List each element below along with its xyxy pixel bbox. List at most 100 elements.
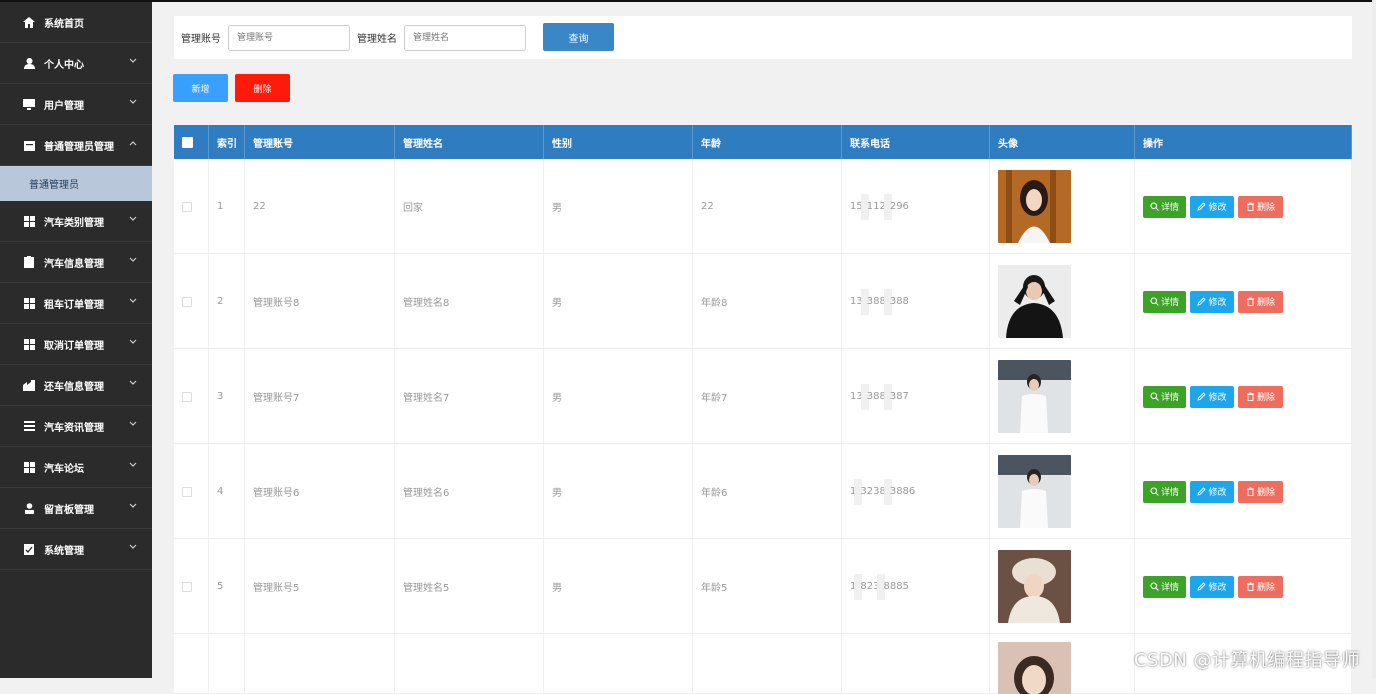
building-icon	[22, 379, 36, 391]
chevron-down-icon	[129, 421, 137, 426]
add-button[interactable]: 新增	[173, 74, 228, 102]
row-checkbox[interactable]	[182, 296, 192, 307]
trash-icon	[1246, 202, 1254, 211]
sidebar-item-label: 汽车信息管理	[44, 258, 104, 270]
person-icon	[22, 502, 36, 514]
query-button[interactable]: 查询	[543, 23, 614, 51]
sidebar-item-home[interactable]: 系统首页	[0, 2, 152, 43]
batch-delete-button[interactable]: 删除	[235, 74, 290, 102]
sidebar-item-car-news[interactable]: 汽车资讯管理	[0, 406, 152, 447]
name-search-input[interactable]	[404, 24, 526, 51]
detail-label: 详情	[1160, 488, 1179, 498]
cell-index: 3	[209, 349, 245, 444]
phone-part: 8885	[883, 581, 909, 592]
sidebar-item-admins[interactable]: 普通管理员管理	[0, 125, 152, 166]
cell-name: 管理姓名5	[395, 539, 544, 634]
delete-button[interactable]: 删除	[1238, 385, 1283, 408]
monitor-icon	[22, 98, 36, 110]
sidebar-item-return-info[interactable]: 还车信息管理	[0, 365, 152, 406]
delete-label: 删除	[1256, 203, 1275, 213]
chevron-down-icon	[129, 503, 137, 508]
trash-icon	[1246, 582, 1254, 591]
header-account: 管理账号	[245, 125, 395, 159]
cell-index: 2	[209, 254, 245, 349]
sidebar-item-label: 用户管理	[44, 100, 84, 112]
row-checkbox[interactable]	[182, 581, 192, 592]
submenu-item-admin[interactable]: 普通管理员	[0, 166, 152, 201]
name-label: 管理姓名	[357, 34, 397, 45]
cell-account: 管理账号7	[245, 349, 395, 444]
cell-name: 管理姓名6	[395, 444, 544, 539]
sidebar-item-profile[interactable]: 个人中心	[0, 43, 152, 84]
edit-button[interactable]: 修改	[1190, 290, 1234, 313]
chevron-down-icon	[129, 380, 137, 385]
pencil-icon	[1197, 297, 1207, 306]
select-all-checkbox[interactable]	[182, 136, 193, 148]
sidebar-item-label: 汽车资讯管理	[44, 422, 104, 434]
detail-button[interactable]: 详情	[1143, 385, 1186, 408]
sidebar-item-rental-orders[interactable]: 租车订单管理	[0, 283, 152, 324]
clipboard-icon	[22, 256, 36, 268]
grid-icon	[22, 215, 36, 227]
chevron-down-icon	[129, 58, 137, 63]
sidebar-item-label: 还车信息管理	[44, 381, 104, 393]
cell-phone: 13 388 388	[842, 254, 990, 349]
sidebar-item-system[interactable]: 系统管理	[0, 529, 152, 570]
edit-button[interactable]: 修改	[1190, 480, 1234, 503]
delete-button[interactable]: 删除	[1238, 290, 1283, 313]
sidebar-item-car-forum[interactable]: 汽车论坛	[0, 447, 152, 488]
account-label: 管理账号	[181, 34, 221, 45]
grid-icon	[22, 461, 36, 473]
table-row: 2 管理账号8 管理姓名8 男 年龄8 13 388 388 详情 修改 删除	[174, 254, 1352, 349]
phone-part: 296	[889, 201, 909, 212]
detail-label: 详情	[1160, 583, 1179, 593]
admin-table: 索引 管理账号 管理姓名 性别 年龄 联系电话 头像 操作 1 22 回家 男 …	[174, 125, 1352, 694]
detail-button[interactable]: 详情	[1143, 575, 1186, 598]
sidebar-item-users[interactable]: 用户管理	[0, 84, 152, 125]
row-checkbox[interactable]	[182, 391, 192, 402]
edit-button[interactable]: 修改	[1190, 575, 1234, 598]
edit-label: 修改	[1208, 488, 1227, 498]
sidebar-item-label: 租车订单管理	[44, 299, 104, 311]
avatar	[998, 550, 1071, 623]
detail-button[interactable]: 详情	[1143, 290, 1186, 313]
delete-button[interactable]: 删除	[1238, 195, 1283, 218]
delete-button[interactable]: 删除	[1238, 480, 1283, 503]
cell-age: 年龄7	[693, 349, 842, 444]
detail-button[interactable]: 详情	[1143, 480, 1186, 503]
grid-icon	[22, 297, 36, 309]
account-search-input[interactable]	[228, 24, 350, 51]
cell-age: 年龄5	[693, 539, 842, 634]
cell-phone: 1 823 8885	[842, 539, 990, 634]
sidebar-item-car-category[interactable]: 汽车类别管理	[0, 201, 152, 242]
search-icon	[1150, 582, 1159, 591]
avatar	[998, 170, 1071, 243]
chevron-down-icon	[129, 298, 137, 303]
row-checkbox[interactable]	[182, 201, 192, 212]
cell-phone: 1 3238 3886	[842, 444, 990, 539]
header-name: 管理姓名	[395, 125, 544, 159]
detail-label: 详情	[1160, 203, 1179, 213]
delete-button[interactable]: 删除	[1238, 575, 1283, 598]
edit-button[interactable]: 修改	[1190, 195, 1234, 218]
sidebar-item-message-board[interactable]: 留言板管理	[0, 488, 152, 529]
table-header: 索引 管理账号 管理姓名 性别 年龄 联系电话 头像 操作	[174, 125, 1352, 159]
chevron-down-icon	[129, 544, 137, 549]
scrollbar[interactable]	[1372, 0, 1376, 678]
delete-label: 删除	[1256, 488, 1275, 498]
delete-label: 删除	[1256, 298, 1275, 308]
avatar	[998, 455, 1071, 528]
avatar	[998, 642, 1071, 694]
clipboard-check-icon	[22, 543, 36, 555]
cell-gender: 男	[544, 444, 693, 539]
sidebar-item-cancel-orders[interactable]: 取消订单管理	[0, 324, 152, 365]
chevron-up-icon	[129, 141, 137, 146]
chevron-down-icon	[129, 257, 137, 262]
detail-button[interactable]: 详情	[1143, 195, 1186, 218]
row-checkbox[interactable]	[182, 486, 192, 497]
sidebar-item-car-info[interactable]: 汽车信息管理	[0, 242, 152, 283]
edit-button[interactable]: 修改	[1190, 385, 1234, 408]
pencil-icon	[1197, 202, 1207, 211]
edit-label: 修改	[1208, 393, 1227, 403]
header-avatar: 头像	[990, 125, 1135, 159]
